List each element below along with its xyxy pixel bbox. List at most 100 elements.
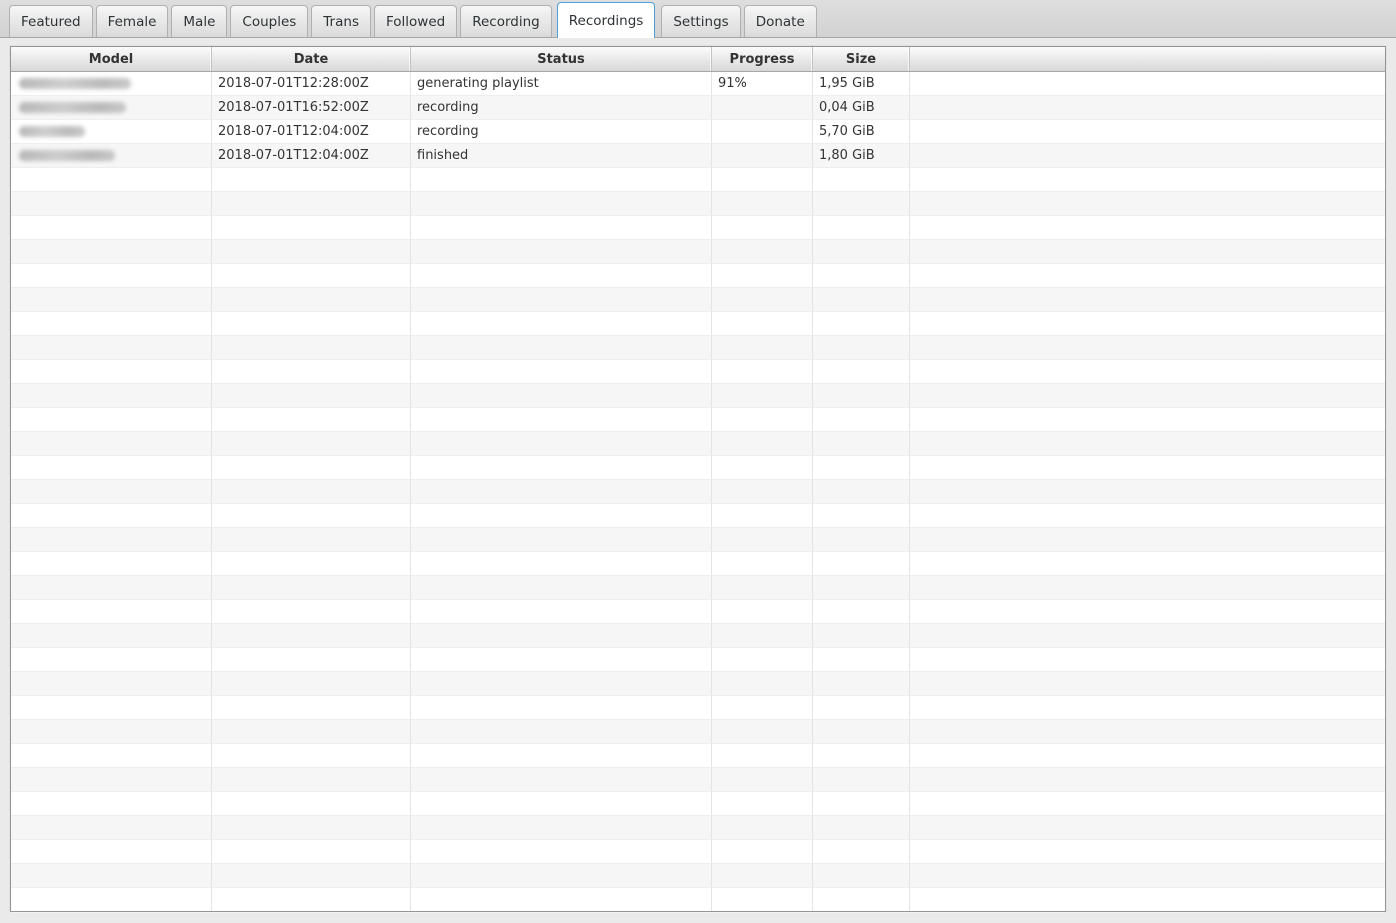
empty-cell bbox=[712, 552, 813, 576]
empty-cell bbox=[212, 408, 411, 432]
empty-cell bbox=[813, 240, 910, 264]
empty-cell bbox=[813, 744, 910, 768]
cell-model bbox=[11, 72, 212, 96]
table-header-row: Model Date Status Progress Size bbox=[11, 47, 1385, 72]
empty-cell bbox=[411, 624, 712, 648]
empty-cell bbox=[411, 696, 712, 720]
empty-cell bbox=[11, 792, 212, 816]
empty-table-row bbox=[11, 816, 1385, 840]
empty-cell bbox=[910, 720, 1385, 744]
empty-cell bbox=[813, 408, 910, 432]
empty-cell bbox=[712, 864, 813, 888]
tab-trans[interactable]: Trans bbox=[311, 5, 371, 37]
empty-cell bbox=[11, 648, 212, 672]
tab-recording[interactable]: Recording bbox=[460, 5, 552, 37]
app-window: Featured Female Male Couples Trans Followed Re… bbox=[0, 0, 1396, 923]
empty-cell bbox=[212, 744, 411, 768]
empty-cell bbox=[712, 576, 813, 600]
empty-table-row bbox=[11, 240, 1385, 264]
empty-cell bbox=[11, 888, 212, 911]
table-row[interactable]: 2018-07-01T16:52:00Z recording 0,04 GiB bbox=[11, 96, 1385, 120]
empty-cell bbox=[813, 168, 910, 192]
empty-cell bbox=[411, 552, 712, 576]
column-header-size[interactable]: Size bbox=[813, 47, 910, 71]
empty-cell bbox=[411, 600, 712, 624]
cell-date: 2018-07-01T12:28:00Z bbox=[212, 72, 411, 96]
empty-cell bbox=[11, 840, 212, 864]
empty-cell bbox=[910, 600, 1385, 624]
empty-table-row bbox=[11, 696, 1385, 720]
cell-size: 1,95 GiB bbox=[813, 72, 910, 96]
tab-male[interactable]: Male bbox=[171, 5, 228, 37]
tab-settings[interactable]: Settings bbox=[661, 5, 741, 37]
empty-cell bbox=[212, 840, 411, 864]
empty-cell bbox=[712, 216, 813, 240]
empty-cell bbox=[11, 168, 212, 192]
empty-cell bbox=[11, 216, 212, 240]
cell-filler bbox=[910, 120, 1385, 144]
empty-cell bbox=[212, 864, 411, 888]
empty-cell bbox=[712, 336, 813, 360]
empty-cell bbox=[212, 264, 411, 288]
empty-cell bbox=[813, 336, 910, 360]
empty-table-row bbox=[11, 888, 1385, 911]
empty-cell bbox=[910, 576, 1385, 600]
column-header-model[interactable]: Model bbox=[11, 47, 212, 71]
tab-featured[interactable]: Featured bbox=[9, 5, 93, 37]
empty-cell bbox=[813, 648, 910, 672]
empty-table-row bbox=[11, 336, 1385, 360]
tab-recordings[interactable]: Recordings bbox=[556, 2, 656, 38]
empty-cell bbox=[411, 720, 712, 744]
empty-cell bbox=[11, 192, 212, 216]
empty-cell bbox=[712, 648, 813, 672]
empty-cell bbox=[910, 432, 1385, 456]
empty-cell bbox=[712, 600, 813, 624]
empty-cell bbox=[411, 576, 712, 600]
cell-filler bbox=[910, 144, 1385, 168]
empty-cell bbox=[411, 888, 712, 911]
empty-cell bbox=[212, 504, 411, 528]
empty-cell bbox=[11, 696, 212, 720]
column-header-date[interactable]: Date bbox=[212, 47, 411, 71]
empty-cell bbox=[411, 216, 712, 240]
empty-cell bbox=[212, 192, 411, 216]
empty-cell bbox=[11, 744, 212, 768]
table-row[interactable]: 2018-07-01T12:04:00Z finished 1,80 GiB bbox=[11, 144, 1385, 168]
empty-table-row bbox=[11, 432, 1385, 456]
tab-donate[interactable]: Donate bbox=[743, 5, 817, 37]
table-row[interactable]: 2018-07-01T12:04:00Z recording 5,70 GiB bbox=[11, 120, 1385, 144]
redacted-model-name bbox=[19, 102, 126, 113]
empty-cell bbox=[212, 336, 411, 360]
empty-cell bbox=[411, 456, 712, 480]
empty-cell bbox=[712, 624, 813, 648]
empty-cell bbox=[411, 336, 712, 360]
tab-couples[interactable]: Couples bbox=[230, 5, 309, 37]
table-row[interactable]: 2018-07-01T12:28:00Z generating playlist 9… bbox=[11, 72, 1385, 96]
empty-cell bbox=[212, 720, 411, 744]
column-header-progress[interactable]: Progress bbox=[712, 47, 813, 71]
empty-cell bbox=[411, 264, 712, 288]
tab-followed[interactable]: Followed bbox=[373, 5, 458, 37]
cell-status: recording bbox=[411, 96, 712, 120]
empty-cell bbox=[212, 384, 411, 408]
empty-cell bbox=[712, 696, 813, 720]
tab-female[interactable]: Female bbox=[95, 5, 169, 37]
empty-cell bbox=[411, 768, 712, 792]
empty-cell bbox=[813, 864, 910, 888]
empty-cell bbox=[910, 456, 1385, 480]
empty-table-row bbox=[11, 312, 1385, 336]
empty-cell bbox=[411, 528, 712, 552]
empty-cell bbox=[712, 240, 813, 264]
empty-cell bbox=[910, 336, 1385, 360]
empty-cell bbox=[411, 480, 712, 504]
empty-table-row bbox=[11, 720, 1385, 744]
empty-cell bbox=[813, 432, 910, 456]
empty-cell bbox=[411, 504, 712, 528]
cell-model bbox=[11, 96, 212, 120]
empty-cell bbox=[712, 360, 813, 384]
column-header-status[interactable]: Status bbox=[411, 47, 712, 71]
empty-cell bbox=[411, 672, 712, 696]
empty-cell bbox=[910, 480, 1385, 504]
empty-cell bbox=[11, 360, 212, 384]
empty-cell bbox=[212, 816, 411, 840]
